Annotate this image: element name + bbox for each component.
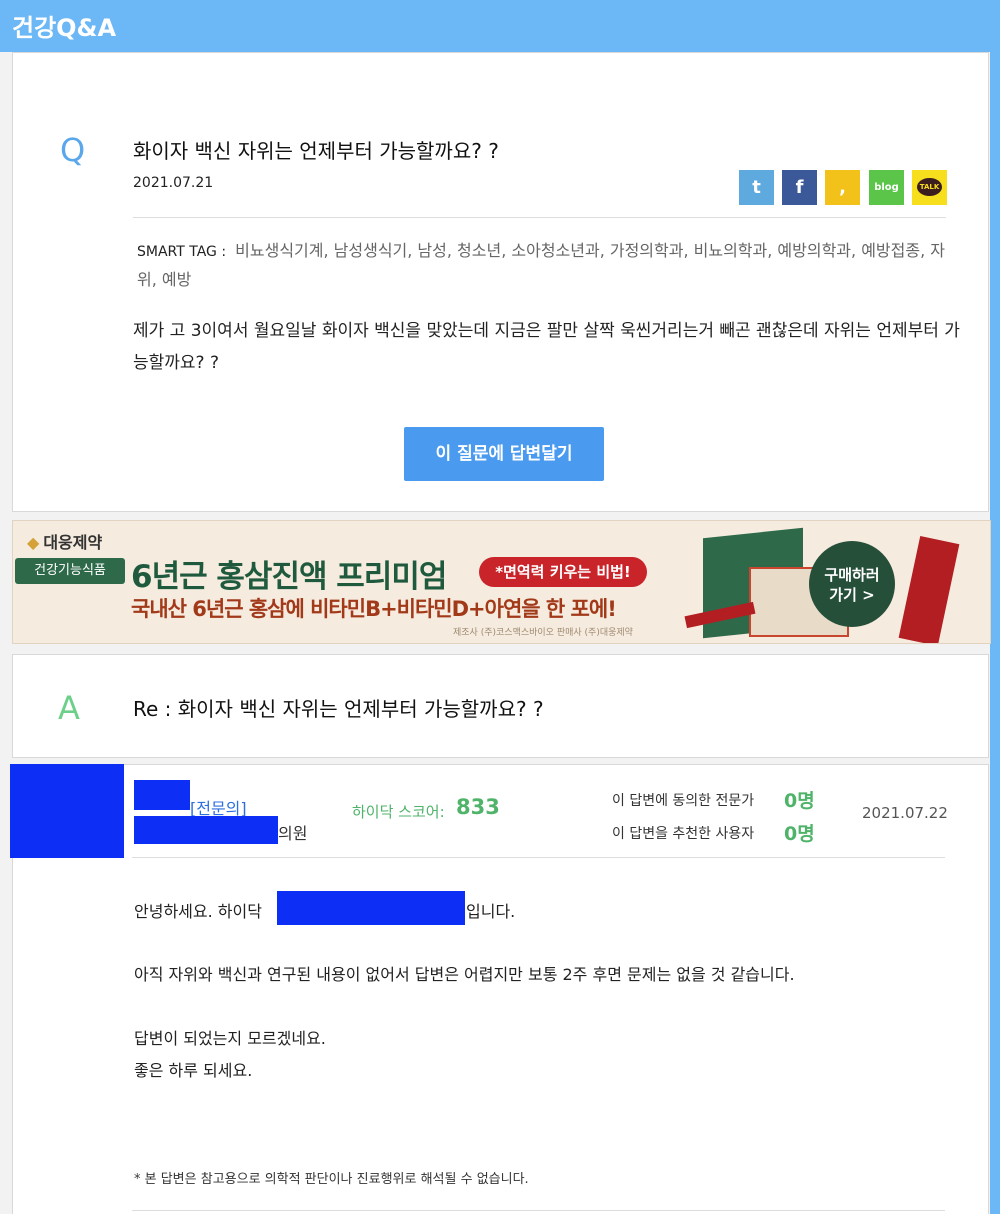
kakaotalk-label: TALK bbox=[919, 183, 940, 191]
agree-experts-count: 0명 bbox=[784, 790, 815, 812]
smart-tag-list[interactable]: 비뇨생식기계, 남성생식기, 남성, 청소년, 소아청소년과, 가정의학과, 비… bbox=[137, 241, 945, 289]
kakaostory-share-button[interactable]: , bbox=[825, 170, 860, 205]
facebook-share-button[interactable]: f bbox=[782, 170, 817, 205]
top-header: 건강Q&A bbox=[0, 0, 1000, 52]
redacted-hospital-name bbox=[134, 816, 278, 844]
recommend-users-label: 이 답변을 추천한 사용자 bbox=[612, 826, 755, 842]
ad-buy-line1: 구매하러 bbox=[824, 566, 880, 584]
question-marker: Q bbox=[60, 131, 86, 169]
answer-marker: A bbox=[58, 689, 80, 727]
ad-buy-button[interactable]: 구매하러 가기 > bbox=[809, 541, 895, 627]
redacted-avatar bbox=[10, 764, 124, 858]
agree-experts-label: 이 답변에 동의한 전문가 bbox=[612, 793, 755, 809]
kakaotalk-share-button[interactable]: TALK bbox=[912, 170, 947, 205]
page-title: 건강Q&A bbox=[12, 14, 117, 42]
blog-icon: blog bbox=[874, 182, 899, 193]
hospital-suffix: 의원 bbox=[278, 824, 308, 843]
kakaostory-icon: , bbox=[839, 177, 846, 198]
smart-tags: SMART TAG : 비뇨생식기계, 남성생식기, 남성, 청소년, 소아청소… bbox=[137, 237, 957, 294]
twitter-icon: t bbox=[752, 177, 761, 198]
ad-brand-logo: ◆ 대웅제약 bbox=[27, 529, 102, 553]
twitter-share-button[interactable]: t bbox=[739, 170, 774, 205]
recommend-users-count: 0명 bbox=[784, 823, 815, 845]
score-value: 833 bbox=[456, 795, 500, 819]
question-title: 화이자 백신 자위는 언제부터 가능할까요? ? bbox=[133, 139, 499, 163]
ad-headline: 6년근 홍삼진액 프리미엄 bbox=[131, 559, 447, 595]
ad-banner[interactable]: ◆ 대웅제약 건강기능식품 6년근 홍삼진액 프리미엄 *면역력 키우는 비법! … bbox=[12, 520, 991, 644]
question-divider bbox=[133, 217, 946, 218]
question-body: 제가 고 3이여서 월요일날 화이자 백신을 맞았는데 지금은 팔만 살짝 욱씬… bbox=[133, 321, 960, 373]
facebook-icon: f bbox=[795, 177, 804, 198]
ad-subline: 국내산 6년근 홍삼에 비타민B+비타민D+아연을 한 포에! bbox=[131, 597, 617, 621]
answer-closing-line2: 좋은 하루 되세요. bbox=[134, 1061, 253, 1080]
scrollbar[interactable] bbox=[990, 52, 1000, 1214]
product-pouch-image bbox=[898, 535, 960, 643]
ad-pill: *면역력 키우는 비법! bbox=[479, 557, 647, 587]
score-label: 하이닥 스코어: bbox=[352, 803, 445, 821]
answer-divider bbox=[132, 857, 945, 858]
ad-brand-name: 대웅제약 bbox=[43, 533, 103, 552]
ad-maker: 제조사 (주)코스맥스바이오 판매사 (주)대웅제약 bbox=[453, 628, 633, 638]
question-card: Q 화이자 백신 자위는 언제부터 가능할까요? ? 2021.07.21 t … bbox=[12, 52, 989, 512]
ad-category: 건강기능식품 bbox=[15, 558, 125, 584]
answer-heading-card: A Re : 화이자 백신 자위는 언제부터 가능할까요? ? bbox=[12, 654, 989, 758]
write-answer-button[interactable]: 이 질문에 답변달기 bbox=[404, 427, 604, 481]
answer-greeting-suffix: 입니다. bbox=[466, 902, 516, 921]
answer-disclaimer: * 본 답변은 참고용으로 의학적 판단이나 진료행위로 해석될 수 없습니다. bbox=[134, 1172, 529, 1187]
answer-closing-line1: 답변이 되었는지 모르겠네요. bbox=[134, 1029, 326, 1048]
smart-tag-label: SMART TAG : bbox=[137, 244, 227, 260]
redacted-doctor-name bbox=[134, 780, 190, 810]
answer-paragraph: 아직 자위와 백신과 연구된 내용이 없어서 답변은 어렵지만 보통 2주 후면… bbox=[134, 965, 795, 984]
answer-greeting-prefix: 안녕하세요. 하이닥 bbox=[134, 902, 262, 921]
blog-share-button[interactable]: blog bbox=[869, 170, 904, 205]
redacted-doctor-intro bbox=[277, 891, 465, 925]
brand-mark-icon: ◆ bbox=[27, 533, 40, 552]
ad-buy-line2: 가기 > bbox=[829, 586, 875, 604]
answer-date: 2021.07.22 bbox=[862, 804, 948, 822]
question-date: 2021.07.21 bbox=[133, 175, 214, 191]
bottom-divider bbox=[132, 1210, 945, 1211]
answer-title: Re : 화이자 백신 자위는 언제부터 가능할까요? ? bbox=[133, 697, 544, 721]
